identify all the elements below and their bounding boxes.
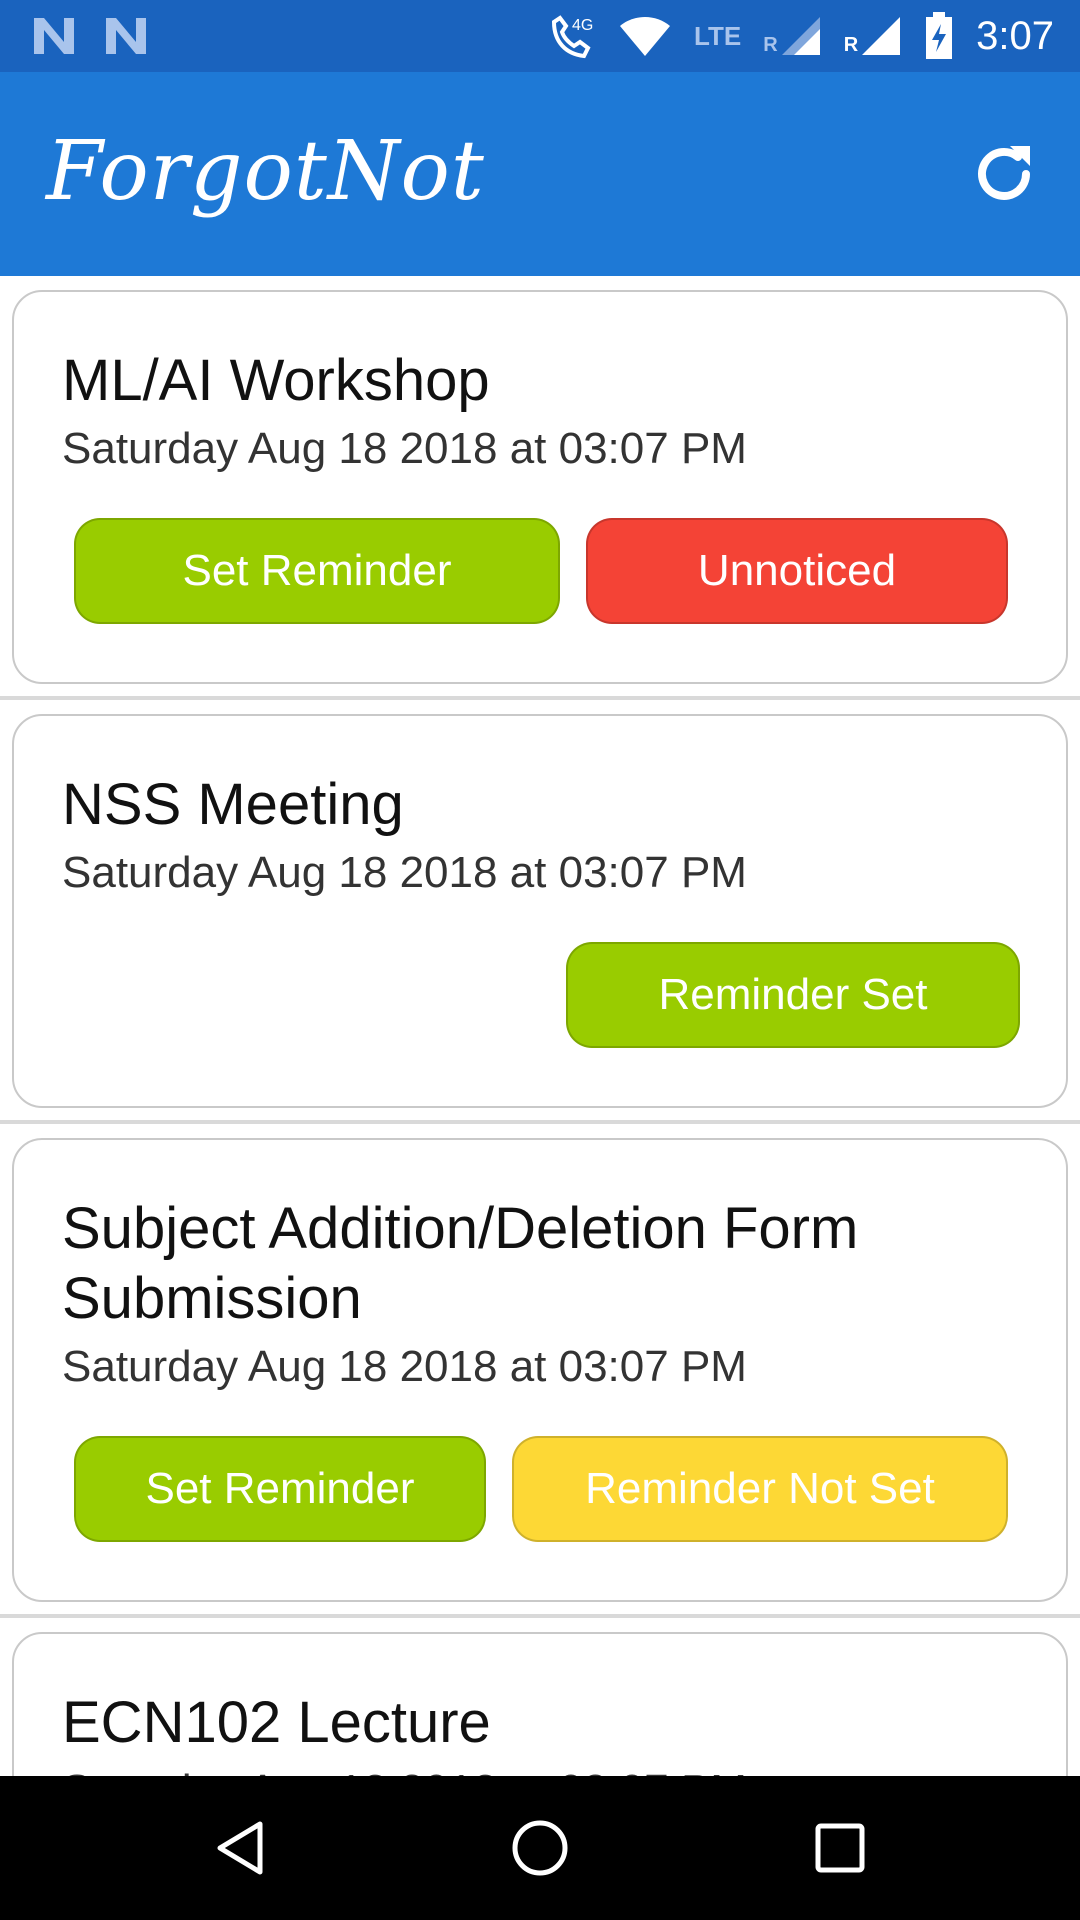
event-card[interactable]: Subject Addition/Deletion Form Submissio… (12, 1138, 1068, 1602)
event-title: Subject Addition/Deletion Form Submissio… (62, 1196, 859, 1331)
roaming-label: R (763, 34, 778, 56)
list-item: ML/AI Workshop Saturday Aug 18 2018 at 0… (0, 276, 1080, 700)
status-time: 3:07 (976, 13, 1054, 58)
event-list: ML/AI Workshop Saturday Aug 18 2018 at 0… (0, 276, 1080, 1894)
event-title: NSS Meeting (62, 772, 404, 837)
event-date: Saturday Aug 18 2018 at 03:07 PM (62, 424, 747, 473)
back-icon[interactable] (210, 1818, 270, 1878)
event-title: ML/AI Workshop (62, 348, 490, 413)
event-date: Saturday Aug 18 2018 at 03:07 PM (62, 848, 747, 897)
home-icon[interactable] (510, 1818, 570, 1878)
app-bar: ForgotNot (0, 72, 1080, 276)
n-notification-icon (106, 18, 146, 54)
refresh-icon[interactable] (966, 136, 1042, 212)
signal-icon (862, 17, 901, 55)
navigation-bar (0, 1776, 1080, 1920)
event-card[interactable]: NSS Meeting Saturday Aug 18 2018 at 03:0… (12, 714, 1068, 1108)
app-title: ForgotNot (46, 124, 485, 219)
signal-icon (781, 17, 820, 55)
list-item: Subject Addition/Deletion Form Submissio… (0, 1124, 1080, 1618)
reminder-not-set-button[interactable]: Reminder Not Set (512, 1436, 1008, 1542)
battery-charging-icon (926, 12, 953, 59)
network-4g-label: 4G (572, 17, 593, 34)
signal-group: R (763, 15, 821, 57)
event-title: ECN102 Lecture (62, 1690, 491, 1755)
wifi-calling-icon: 4G (552, 15, 593, 59)
unnoticed-button[interactable]: Unnoticed (586, 518, 1008, 624)
set-reminder-button[interactable]: Set Reminder (74, 1436, 486, 1542)
status-bar: 4G LTE R R 3:07 (0, 0, 1080, 72)
list-item: NSS Meeting Saturday Aug 18 2018 at 03:0… (0, 700, 1080, 1124)
wifi-icon (620, 17, 671, 56)
roaming-label: R (843, 34, 859, 56)
set-reminder-button[interactable]: Set Reminder (74, 518, 560, 624)
event-card[interactable]: ML/AI Workshop Saturday Aug 18 2018 at 0… (12, 290, 1068, 684)
n-notification-icon (34, 18, 74, 54)
network-lte-label: LTE (694, 20, 742, 51)
signal-group: R (844, 15, 902, 57)
reminder-set-button[interactable]: Reminder Set (566, 942, 1020, 1048)
event-date: Saturday Aug 18 2018 at 03:07 PM (62, 1342, 747, 1391)
recents-icon[interactable] (810, 1818, 870, 1878)
